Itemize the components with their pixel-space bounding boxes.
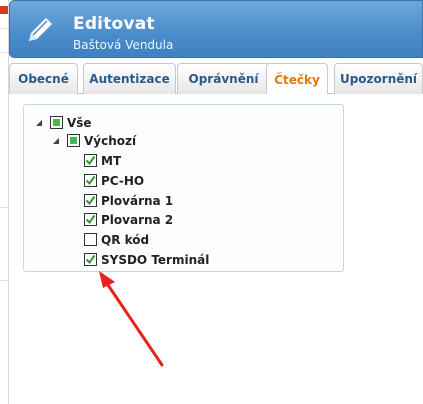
triangle-down-icon[interactable]: ◢ — [51, 136, 61, 146]
tree-label-group: Výchozí — [84, 133, 137, 148]
tree-item-label: SYSDO Terminál — [101, 252, 210, 267]
background-divider — [0, 280, 8, 281]
readers-panel: ◢ Vše ◢ Výchozí MT PC-HO Plovárna 1 Plov… — [9, 94, 423, 404]
background-divider — [0, 52, 8, 53]
pencil-icon — [29, 18, 52, 41]
dialog-header[interactable]: Editovat Baštová Vendula — [9, 0, 423, 58]
tree-checkbox-item[interactable] — [84, 233, 97, 246]
dialog-subtitle: Baštová Vendula — [73, 38, 174, 52]
tree-checkbox-item[interactable] — [84, 154, 97, 167]
tree-item-label: QR kód — [101, 232, 150, 247]
triangle-down-icon[interactable]: ◢ — [34, 118, 44, 128]
checkmark-icon — [85, 155, 96, 166]
tree-item: QR kód — [84, 231, 149, 248]
tree-checkbox-item[interactable] — [84, 213, 97, 226]
checkmark-icon — [85, 175, 96, 186]
tree-item: MT — [84, 152, 121, 169]
tree-item-label: PC-HO — [101, 173, 145, 188]
background-divider — [0, 207, 8, 208]
tree-checkbox-group[interactable] — [67, 134, 80, 147]
tree-item: Plovárna 1 — [84, 192, 173, 209]
tree-item-label: Plovárna 1 — [101, 193, 174, 208]
background-window-edge — [0, 0, 9, 404]
tree-item-label: MT — [101, 153, 122, 168]
tab-opravneni[interactable]: Oprávnění — [177, 63, 270, 94]
tree-item: SYSDO Terminál — [84, 251, 209, 268]
tree-checkbox-item[interactable] — [84, 194, 97, 207]
tree-node-group: ◢ Výchozí — [51, 132, 136, 149]
readers-tree: ◢ Vše ◢ Výchozí MT PC-HO Plovárna 1 Plov… — [23, 104, 344, 272]
tree-item: PC-HO — [84, 172, 144, 189]
edit-dialog: Editovat Baštová Vendula Obecné Autentiz… — [9, 0, 423, 404]
checkmark-icon — [85, 254, 96, 265]
tab-bar: Obecné Autentizace Oprávnění Čtečky Upoz… — [9, 63, 423, 95]
tree-checkbox-root[interactable] — [50, 116, 63, 129]
tab-obecne[interactable]: Obecné — [9, 63, 78, 94]
checkmark-icon — [85, 214, 96, 225]
tab-autentizace[interactable]: Autentizace — [83, 63, 176, 94]
checkmark-icon — [85, 195, 96, 206]
background-red-marker — [0, 6, 8, 14]
dialog-title: Editovat — [73, 14, 155, 34]
tree-node-root: ◢ Vše — [34, 114, 92, 131]
tree-checkbox-item[interactable] — [84, 174, 97, 187]
tree-item-label: Plovarna 2 — [101, 212, 174, 227]
tree-item: Plovarna 2 — [84, 211, 173, 228]
tree-checkbox-item[interactable] — [84, 253, 97, 266]
background-divider — [0, 28, 8, 29]
tab-ctecky[interactable]: Čtečky — [266, 63, 328, 95]
tree-label-root: Vše — [67, 115, 92, 130]
tab-upozorneni[interactable]: Upozornění — [334, 63, 423, 94]
